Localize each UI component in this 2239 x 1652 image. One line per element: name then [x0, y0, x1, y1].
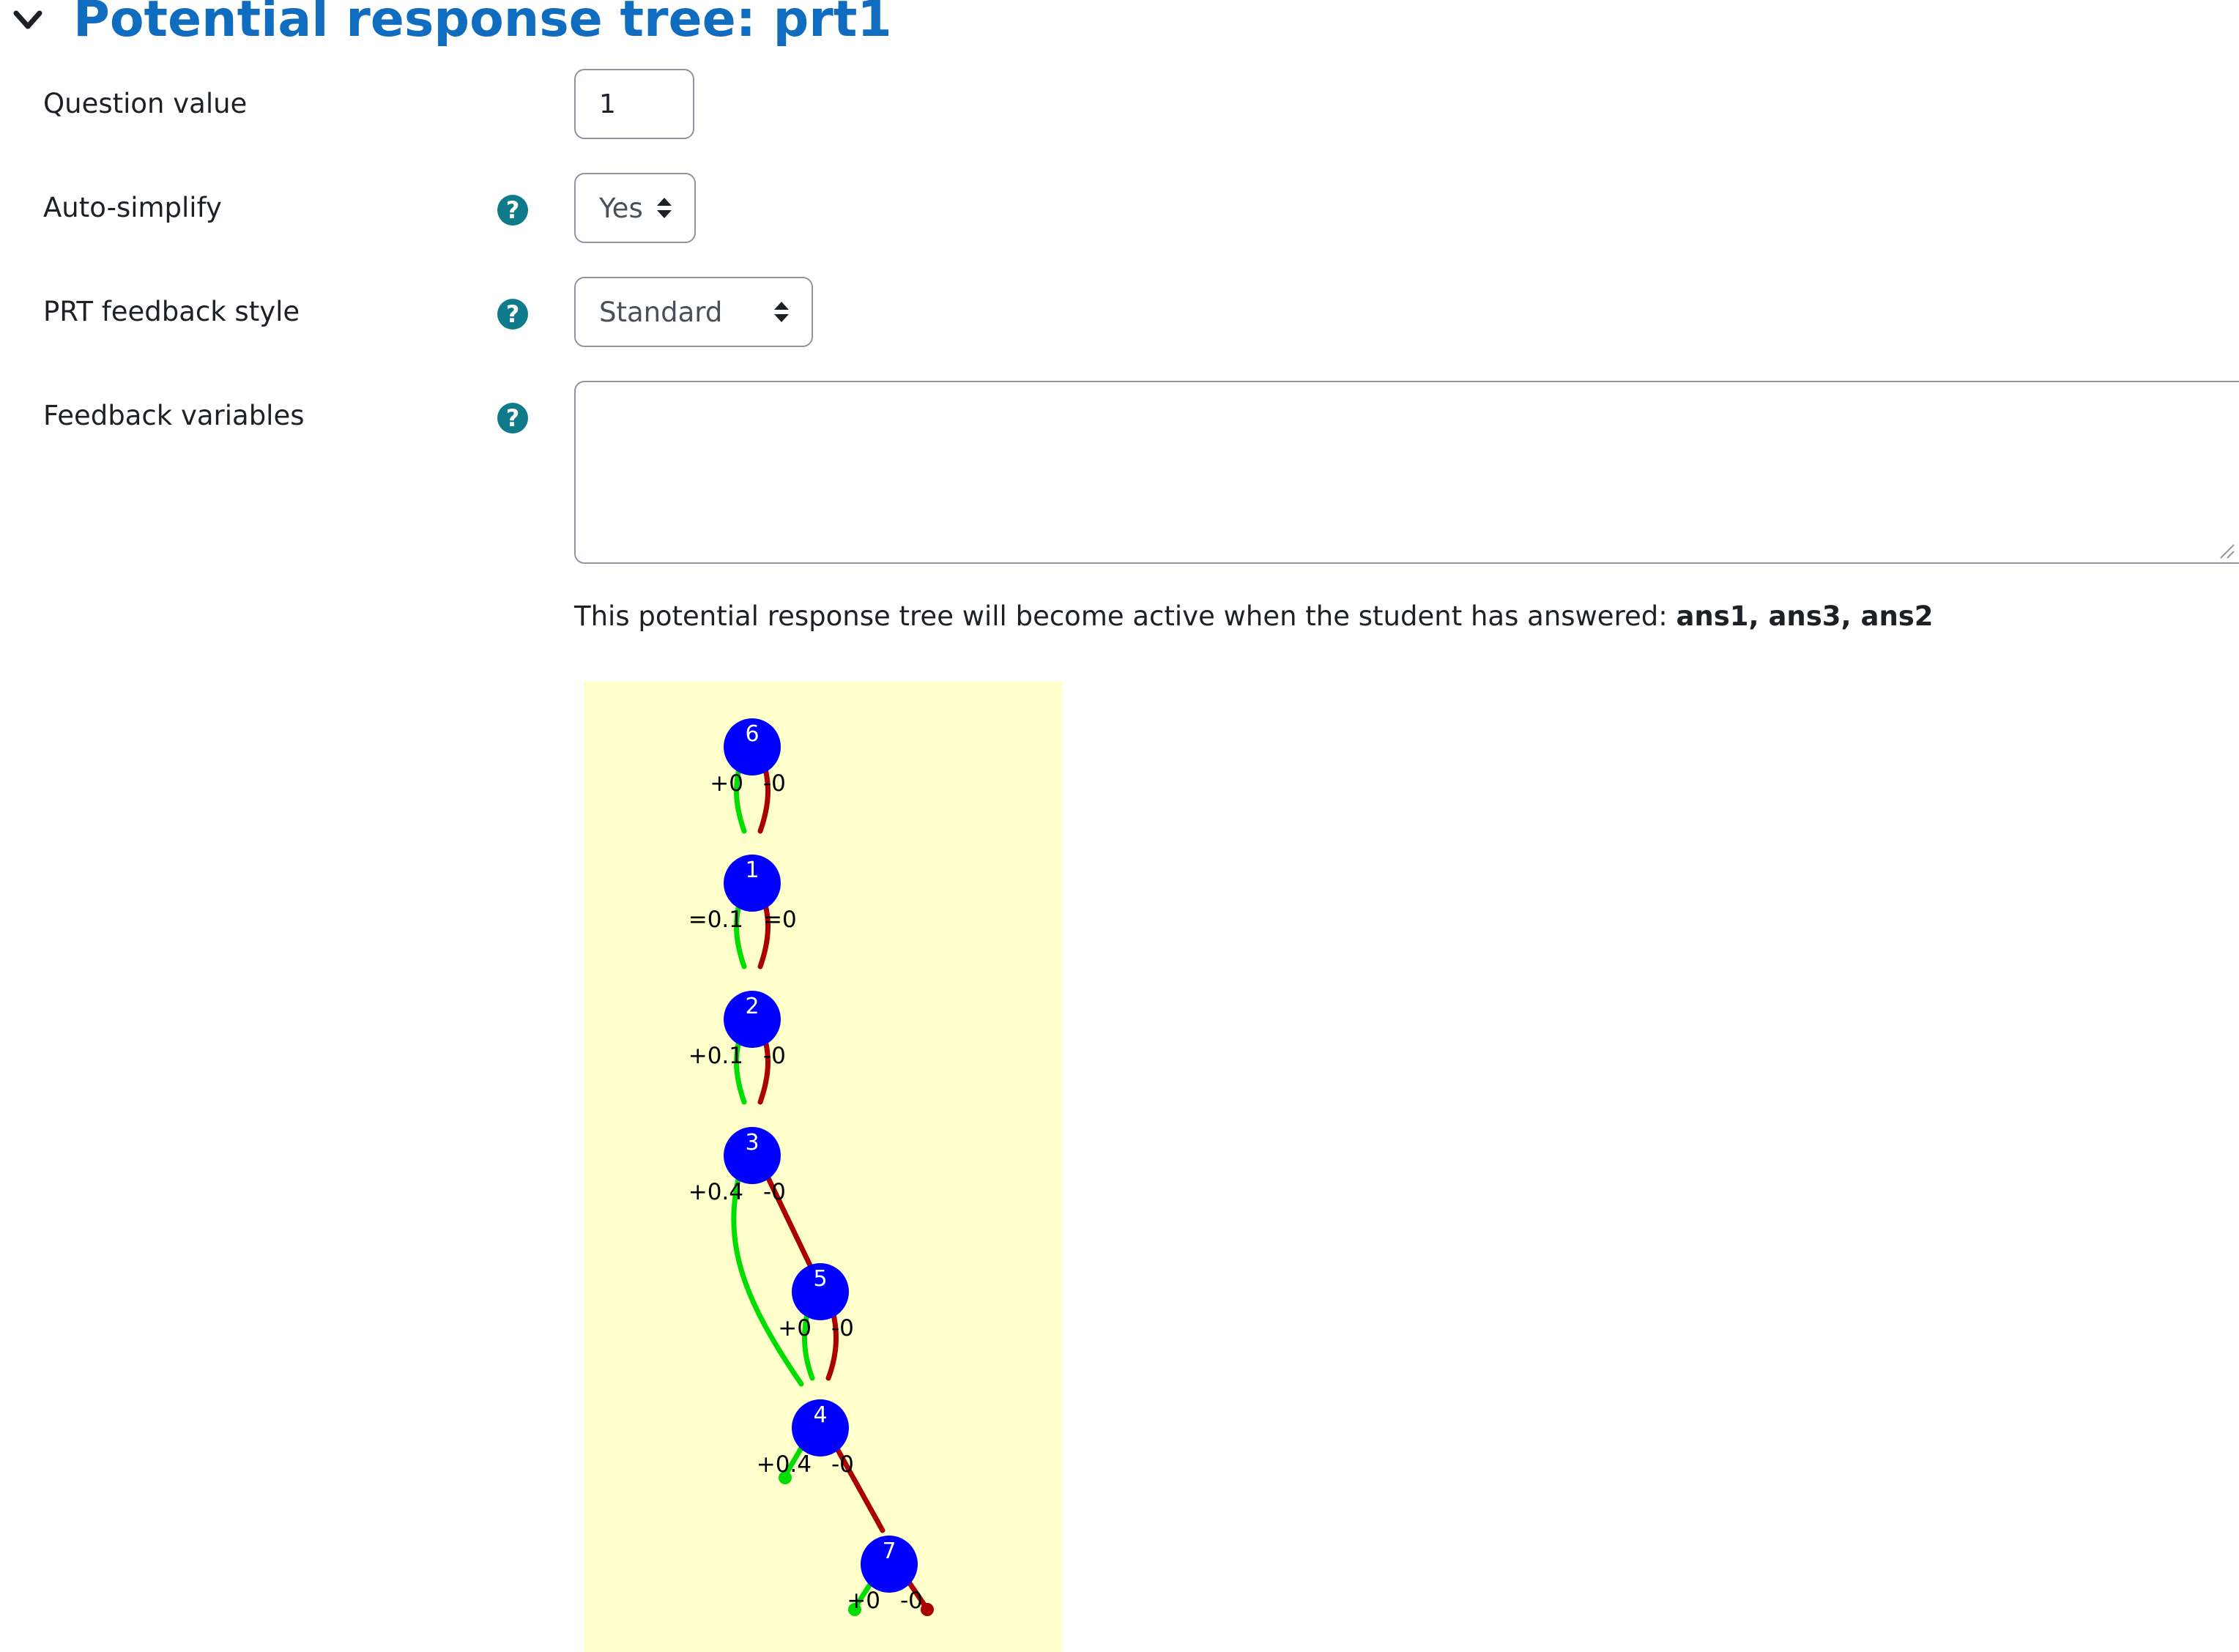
edge-label-5-true: +0	[778, 1315, 812, 1342]
auto-simplify-label: Auto-simplify	[43, 192, 222, 223]
active-notice: This potential response tree will become…	[574, 600, 1934, 632]
node-1[interactable]: 1	[724, 855, 781, 912]
edge-label-3-true: +0.4	[688, 1179, 743, 1205]
node-7[interactable]: 7	[861, 1536, 918, 1593]
chevron-down-icon[interactable]	[13, 6, 42, 35]
feedback-style-select[interactable]: Standard	[574, 277, 813, 347]
auto-simplify-select[interactable]: Yes	[574, 173, 696, 243]
edge-label-6-true: +0	[710, 770, 743, 797]
auto-simplify-value: Yes	[599, 192, 643, 224]
question-value-label: Question value	[43, 88, 248, 119]
node-6-id: 6	[745, 721, 759, 747]
graph-background	[584, 681, 1062, 1652]
node-2-id: 2	[745, 994, 759, 1019]
active-notice-answers: ans1, ans3, ans2	[1676, 600, 1934, 632]
edge-label-4-false: -0	[831, 1451, 854, 1478]
resize-handle-icon[interactable]	[2216, 540, 2235, 559]
edge-label-1-false: =0	[763, 907, 797, 933]
node-6[interactable]: 6	[724, 718, 781, 775]
question-circle-icon[interactable]: ?	[497, 195, 528, 226]
node-5[interactable]: 5	[792, 1263, 849, 1320]
node-3-id: 3	[745, 1130, 759, 1156]
node-3[interactable]: 3	[724, 1127, 781, 1184]
edge-label-7-false: -0	[900, 1588, 923, 1614]
edge-label-7-true: +0	[847, 1588, 880, 1614]
active-notice-text: This potential response tree will become…	[574, 600, 1677, 632]
question-value-input[interactable]	[574, 69, 694, 139]
feedback-style-value: Standard	[599, 296, 723, 328]
up-down-arrows-icon	[774, 302, 789, 322]
feedback-variables-label: Feedback variables	[43, 400, 305, 431]
question-circle-icon[interactable]: ?	[497, 299, 528, 330]
node-5-id: 5	[813, 1266, 827, 1292]
node-7-id: 7	[882, 1538, 896, 1564]
edge-label-5-false: -0	[831, 1315, 854, 1342]
node-4[interactable]: 4	[792, 1399, 849, 1456]
up-down-arrows-icon	[657, 198, 672, 218]
edge-label-1-true: =0.1	[688, 907, 743, 933]
edge-label-6-false: -0	[763, 770, 786, 797]
edge-label-2-true: +0.1	[688, 1043, 743, 1069]
edge-label-2-false: -0	[763, 1043, 786, 1069]
node-2[interactable]: 2	[724, 991, 781, 1048]
question-circle-icon[interactable]: ?	[497, 403, 528, 434]
node-4-id: 4	[813, 1402, 827, 1428]
node-1-id: 1	[745, 857, 759, 883]
feedback-variables-textarea[interactable]	[574, 381, 2239, 564]
edge-label-3-false: -0	[763, 1179, 786, 1205]
feedback-style-label: PRT feedback style	[43, 296, 300, 327]
edge-label-4-true: +0.4	[757, 1451, 812, 1478]
section-title[interactable]: Potential response tree: prt1	[73, 0, 892, 50]
prt-graph: 6 1 2 3 5 4 7 +0 -0 =0.1 =0 +0.1 -0 +0.4…	[584, 681, 1062, 1652]
